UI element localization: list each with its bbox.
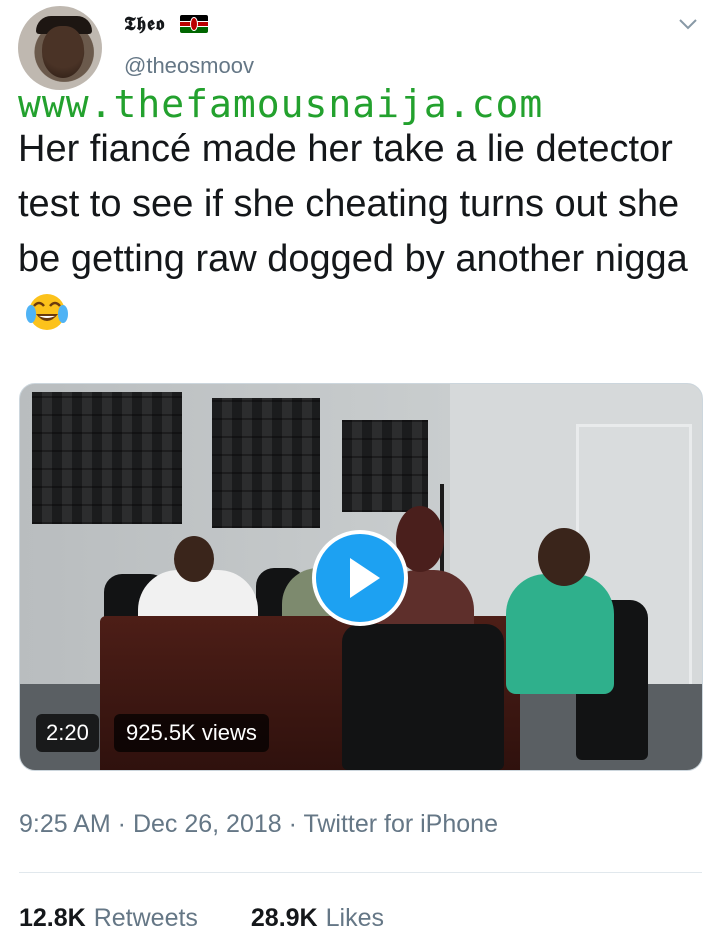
face-with-tears-of-joy-icon <box>26 294 68 330</box>
retweets-label: Retweets <box>93 904 198 932</box>
acoustic-panel <box>342 420 428 512</box>
likes-count: 28.9K <box>250 904 318 932</box>
person-green-shirt <box>506 574 614 694</box>
retweets-stat[interactable]: 12.8K Retweets <box>19 904 198 933</box>
play-button[interactable] <box>312 530 408 626</box>
likes-stat[interactable]: 28.9K Likes <box>251 904 384 933</box>
avatar-face <box>42 26 84 78</box>
person-head <box>174 536 214 582</box>
avatar[interactable] <box>18 6 102 90</box>
video-duration: 2:20 <box>36 714 99 752</box>
chevron-down-icon[interactable] <box>676 12 700 36</box>
watermark: www.thefamousnaija.com <box>18 82 544 126</box>
tweet-timestamp-date[interactable]: Dec 26, 2018 <box>133 810 282 838</box>
video-player[interactable]: 2:20 925.5K views <box>19 383 703 771</box>
kenya-flag-icon <box>180 15 208 33</box>
divider <box>19 872 702 873</box>
retweets-count: 12.8K <box>19 904 86 932</box>
video-views: 925.5K views <box>114 714 269 752</box>
tweet-stats: 12.8K Retweets 28.9K Likes <box>19 904 384 933</box>
user-handle[interactable]: @theosmoov <box>124 53 254 79</box>
play-icon <box>350 558 380 598</box>
display-name[interactable]: 𝕿𝖍𝖊𝖔 <box>124 14 165 36</box>
foreground-chair <box>342 624 504 770</box>
meta-separator: · <box>110 810 133 838</box>
tweet-body: Her fiancé made her take a lie detector … <box>18 128 688 280</box>
likes-label: Likes <box>325 904 384 932</box>
tweet-timestamp-time[interactable]: 9:25 AM <box>19 810 111 838</box>
meta-separator: · <box>281 810 304 838</box>
acoustic-panel <box>212 398 320 528</box>
tweet-meta: 9:25 AM · Dec 26, 2018 · Twitter for iPh… <box>19 810 498 839</box>
person-head <box>538 528 590 586</box>
tweet-source[interactable]: Twitter for iPhone <box>303 810 498 838</box>
tweet-text: Her fiancé made her take a lie detector … <box>18 122 708 342</box>
acoustic-panel <box>32 392 182 524</box>
